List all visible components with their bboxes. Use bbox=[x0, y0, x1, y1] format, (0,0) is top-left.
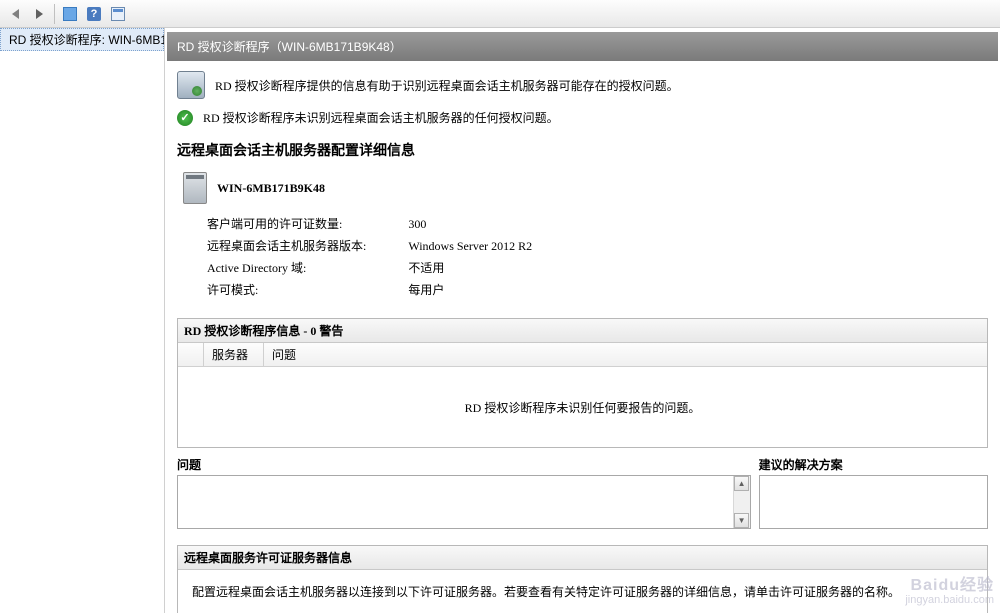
toolbar: ? bbox=[0, 0, 1000, 28]
back-button[interactable] bbox=[4, 3, 26, 25]
sidebar-item-label: RD 授权诊断程序: WIN-6MB1 bbox=[9, 31, 165, 48]
config-value: 不适用 bbox=[408, 258, 572, 278]
config-section-title: 远程桌面会话主机服务器配置详细信息 bbox=[165, 136, 1000, 164]
bottom-fields: 问题 ▲ ▼ 建议的解决方案 bbox=[177, 456, 988, 529]
toolbar-separator bbox=[54, 4, 55, 24]
server-row: WIN-6MB171B9K48 bbox=[165, 164, 1000, 212]
diag-empty-message: RD 授权诊断程序未识别任何要报告的问题。 bbox=[465, 399, 701, 416]
grid-col-issue[interactable]: 问题 bbox=[264, 343, 987, 366]
config-row-licenses: 客户端可用的许可证数量:300 bbox=[207, 214, 572, 234]
diag-info-panel: RD 授权诊断程序信息 - 0 警告 服务器 问题 RD 授权诊断程序未识别任何… bbox=[177, 318, 988, 448]
info-text-1: RD 授权诊断程序提供的信息有助于识别远程桌面会话主机服务器可能存在的授权问题。 bbox=[215, 77, 679, 94]
grid-col-server[interactable]: 服务器 bbox=[204, 343, 264, 366]
properties-icon bbox=[111, 7, 125, 21]
license-server-panel: 远程桌面服务许可证服务器信息 配置远程桌面会话主机服务器以连接到以下许可证服务器… bbox=[177, 545, 988, 613]
main-layout: RD 授权诊断程序: WIN-6MB1 RD 授权诊断程序（WIN-6MB171… bbox=[0, 28, 1000, 613]
config-value: 300 bbox=[408, 214, 572, 234]
monitor-icon bbox=[177, 71, 205, 99]
forward-button[interactable] bbox=[28, 3, 50, 25]
config-key: 客户端可用的许可证数量: bbox=[207, 214, 406, 234]
main-content: RD 授权诊断程序（WIN-6MB171B9K48） RD 授权诊断程序提供的信… bbox=[165, 28, 1000, 613]
config-row-ad: Active Directory 域:不适用 bbox=[207, 258, 572, 278]
config-row-mode: 许可模式:每用户 bbox=[207, 280, 572, 300]
solution-field-group: 建议的解决方案 bbox=[759, 456, 988, 529]
info-row-2: ✓ RD 授权诊断程序未识别远程桌面会话主机服务器的任何授权问题。 bbox=[165, 109, 1000, 136]
license-panel-body: 配置远程桌面会话主机服务器以连接到以下许可证服务器。若要查看有关特定许可证服务器… bbox=[178, 570, 987, 613]
issue-textbox[interactable]: ▲ ▼ bbox=[177, 475, 751, 529]
sidebar-item-rd-diag[interactable]: RD 授权诊断程序: WIN-6MB1 bbox=[0, 28, 164, 51]
solution-textbox[interactable] bbox=[759, 475, 988, 529]
arrow-left-icon bbox=[12, 9, 19, 19]
scroll-down-button[interactable]: ▼ bbox=[734, 513, 749, 528]
diag-grid-header: 服务器 问题 bbox=[178, 343, 987, 367]
issue-label: 问题 bbox=[177, 456, 751, 473]
diag-grid-body: RD 授权诊断程序未识别任何要报告的问题。 bbox=[178, 367, 987, 447]
license-panel-header: 远程桌面服务许可证服务器信息 bbox=[178, 546, 987, 570]
solution-label: 建议的解决方案 bbox=[759, 456, 988, 473]
check-icon: ✓ bbox=[177, 110, 193, 126]
scroll-up-button[interactable]: ▲ bbox=[734, 476, 749, 491]
info-row-1: RD 授权诊断程序提供的信息有助于识别远程桌面会话主机服务器可能存在的授权问题。 bbox=[165, 61, 1000, 109]
config-value: 每用户 bbox=[408, 280, 572, 300]
config-row-version: 远程桌面会话主机服务器版本:Windows Server 2012 R2 bbox=[207, 236, 572, 256]
tree-icon bbox=[63, 7, 77, 21]
server-icon bbox=[183, 172, 207, 204]
diag-panel-header: RD 授权诊断程序信息 - 0 警告 bbox=[178, 319, 987, 343]
sidebar: RD 授权诊断程序: WIN-6MB1 bbox=[0, 28, 165, 613]
config-key: Active Directory 域: bbox=[207, 258, 406, 278]
info-text-2: RD 授权诊断程序未识别远程桌面会话主机服务器的任何授权问题。 bbox=[203, 109, 559, 126]
properties-button[interactable] bbox=[107, 3, 129, 25]
config-value: Windows Server 2012 R2 bbox=[408, 236, 572, 256]
help-icon: ? bbox=[87, 7, 101, 21]
server-name: WIN-6MB171B9K48 bbox=[217, 181, 325, 196]
config-table: 客户端可用的许可证数量:300 远程桌面会话主机服务器版本:Windows Se… bbox=[205, 212, 574, 302]
config-key: 许可模式: bbox=[207, 280, 406, 300]
grid-col-spacer[interactable] bbox=[178, 343, 204, 366]
license-text-1: 配置远程桌面会话主机服务器以连接到以下许可证服务器。若要查看有关特定许可证服务器… bbox=[192, 580, 973, 604]
issue-field-group: 问题 ▲ ▼ bbox=[177, 456, 751, 529]
page-header: RD 授权诊断程序（WIN-6MB171B9K48） bbox=[167, 32, 998, 61]
help-button[interactable]: ? bbox=[83, 3, 105, 25]
show-tree-button[interactable] bbox=[59, 3, 81, 25]
arrow-right-icon bbox=[36, 9, 43, 19]
page-title: RD 授权诊断程序（WIN-6MB171B9K48） bbox=[177, 40, 402, 54]
scrollbar[interactable]: ▲ ▼ bbox=[733, 476, 750, 528]
config-key: 远程桌面会话主机服务器版本: bbox=[207, 236, 406, 256]
